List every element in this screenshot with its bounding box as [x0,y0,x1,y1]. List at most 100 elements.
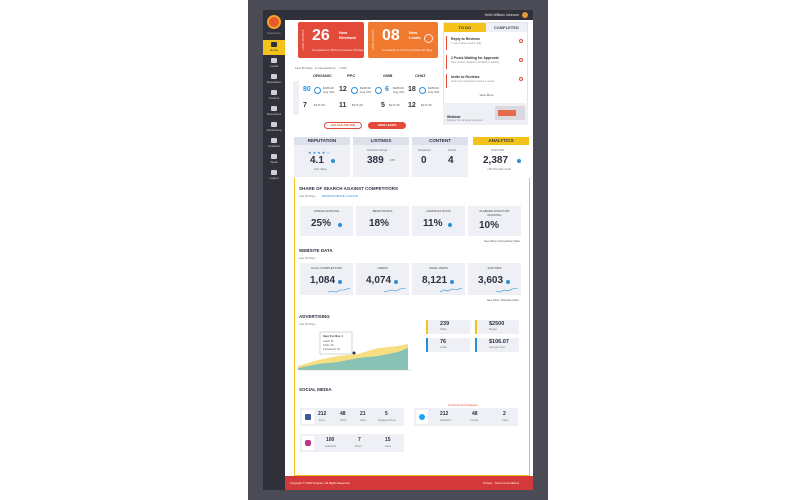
sidebar-item-tasks[interactable]: Tasks [263,152,285,167]
stat-value: 100 [326,437,335,443]
filter-row: Last 30 Days ● Comparisons ○ KPIs [295,66,347,70]
competitor-name: BEAR ROOFS [372,209,393,213]
stat-value: $2500 [489,321,505,327]
stat-value: 239 [440,321,450,327]
listings-label: Active live listings [367,149,388,152]
organic-value: 7 [303,102,307,109]
sidebar-item-label: Content [268,96,280,100]
reviews-count: 26 [312,27,330,44]
info-icon [506,280,510,284]
close-icon[interactable] [519,77,523,81]
close-icon[interactable] [519,58,523,62]
info-icon [394,280,398,284]
gmb-cost: $171.00 [389,103,400,107]
scheduled-label: Scheduled [418,149,431,152]
tab-content[interactable]: CONTENT Scheduled 0 Posted 4 [412,137,468,177]
traffic-change: +3% from last month [487,168,511,171]
stat-value: 48 [472,411,478,417]
sidebar-item-reputation[interactable]: Reputation [263,72,285,87]
view-more-link[interactable]: View More [444,93,529,97]
filter-comparisons[interactable]: Comparisons [318,66,336,70]
brand-name: Xperience [267,31,281,35]
website-metric-card: USERS 4,074 [356,263,409,295]
sidebar-item-content[interactable]: Content [263,88,285,103]
tooltip-row: Leads: 60 [323,340,334,343]
todo-item[interactable]: Invite to Reviews Invite your customers … [446,74,526,88]
todo-title: 2 Posts Waiting for Approval [451,56,499,60]
tooltip-row: Impressions: 20 [323,348,340,351]
sidebar-item-advertising[interactable]: Advertising [263,120,285,135]
launch-link[interactable]: DEMONSTRATE LAUNCH [322,194,358,198]
section-title: SOCIAL MEDIA [299,387,332,392]
competitor-share: 25% [311,218,332,229]
metric-value: 8,121 [422,275,448,286]
stat-accent [475,338,477,352]
close-icon[interactable] [519,39,523,43]
twitter-icon [416,410,428,424]
ppc-leads: 12 [339,86,347,93]
card-period: LAST 30 DAYS [301,29,305,51]
sparkline [440,287,462,293]
tab-reputation[interactable]: REPUTATION ★★★★☆ 4.1 Your rating [294,137,350,177]
todo-item[interactable]: Reply to Reviews 7 new reviews need a re… [446,36,526,50]
chat-leads: 18 [408,86,416,93]
user-greeting[interactable]: Hello William Johnson [485,13,519,17]
logout-icon [271,170,277,175]
tab-analytics[interactable]: ANALYTICS Total Traffic 2,387 +3% from l… [473,137,529,177]
stat-label: Posts [340,419,347,422]
chart-point[interactable] [352,351,356,355]
copyright: Copyright © 2019 Scorpion. All Rights Re… [290,481,351,485]
organic-cpl: $186.00 Avg CPL [323,86,335,94]
view-leads-button[interactable]: VIEW LEADS [368,122,406,129]
tab-title: REPUTATION [294,137,350,145]
webinar-card[interactable]: Webinar Register for our upcoming event [443,103,528,125]
calculate-roi-button[interactable]: CALCULATE ROI [324,122,362,129]
see-more-competitor-link[interactable]: See More Competitor Data [484,239,520,243]
brand-logo[interactable] [267,15,281,29]
tasks-icon [271,154,277,159]
see-more-website-link[interactable]: See More Website Data [487,298,519,302]
info-icon [338,280,342,284]
sidebar-item-directories[interactable]: Directories [263,104,285,119]
listings-total: / 450 [389,159,395,162]
sidebar-item-analytics[interactable]: Analytics [263,136,285,151]
info-icon [448,223,452,227]
sidebar-item-leads[interactable]: Leads [263,56,285,71]
todo-title: Invite to Reviews [451,75,480,79]
leads-icon [271,58,277,63]
range-filter[interactable]: Last 30 Days [295,66,313,70]
column-header: GMB [383,73,393,78]
sidebar-item-logout[interactable]: Logout [263,168,285,183]
website-metric-card: PAGE VIEWS 8,121 [412,263,465,295]
ppc-cost: $171.00 [352,103,363,107]
website-metric-card: VISITORS 3,603 [468,263,521,295]
tooltip-title: Sept. 8 to Nov. 1 [323,335,343,338]
tab-completed[interactable]: COMPLETED [485,23,527,32]
todo-item[interactable]: 2 Posts Waiting for Approval New content… [446,55,526,69]
stat-label: Posts [355,445,362,448]
tab-todo[interactable]: TO DO [444,23,486,32]
webinar-desc: Register for our upcoming event [447,119,483,122]
advertising-chart [298,331,413,371]
section-range: Last 30 Days [299,256,316,260]
organic-cost: $171.00 [314,103,325,107]
new-leads-card[interactable]: LAST 30 DAYS 08 New Leads Compared to 6 f… [368,22,438,58]
avatar[interactable] [522,12,528,18]
posted-value: 4 [448,155,454,166]
stat-accent [426,320,428,334]
footer-links[interactable]: Privacy · Terms & Conditions [483,481,519,485]
sidebar-item-home[interactable]: Home [263,40,285,55]
stat-value: 7 [358,437,361,443]
new-reviews-card[interactable]: LAST 30 DAYS 26 New Reviews! Compared to … [298,22,364,58]
scheduled-value: 0 [421,155,427,166]
reputation-icon [271,74,277,79]
column-header: ORGANIC [313,73,332,78]
filter-kpis[interactable]: KPIs [341,66,347,70]
ppc-value: 11 [339,102,347,109]
tab-listings[interactable]: LISTINGS Active live listings 389 / 450 [353,137,409,177]
section-title: ADVERTISING [299,314,330,319]
ad-stat-card: 239 Clicks [426,320,470,334]
chart-ring-icon [375,87,382,94]
connect-link[interactable]: Connect and Analytics [448,403,478,407]
stat-value: 212 [440,411,449,417]
